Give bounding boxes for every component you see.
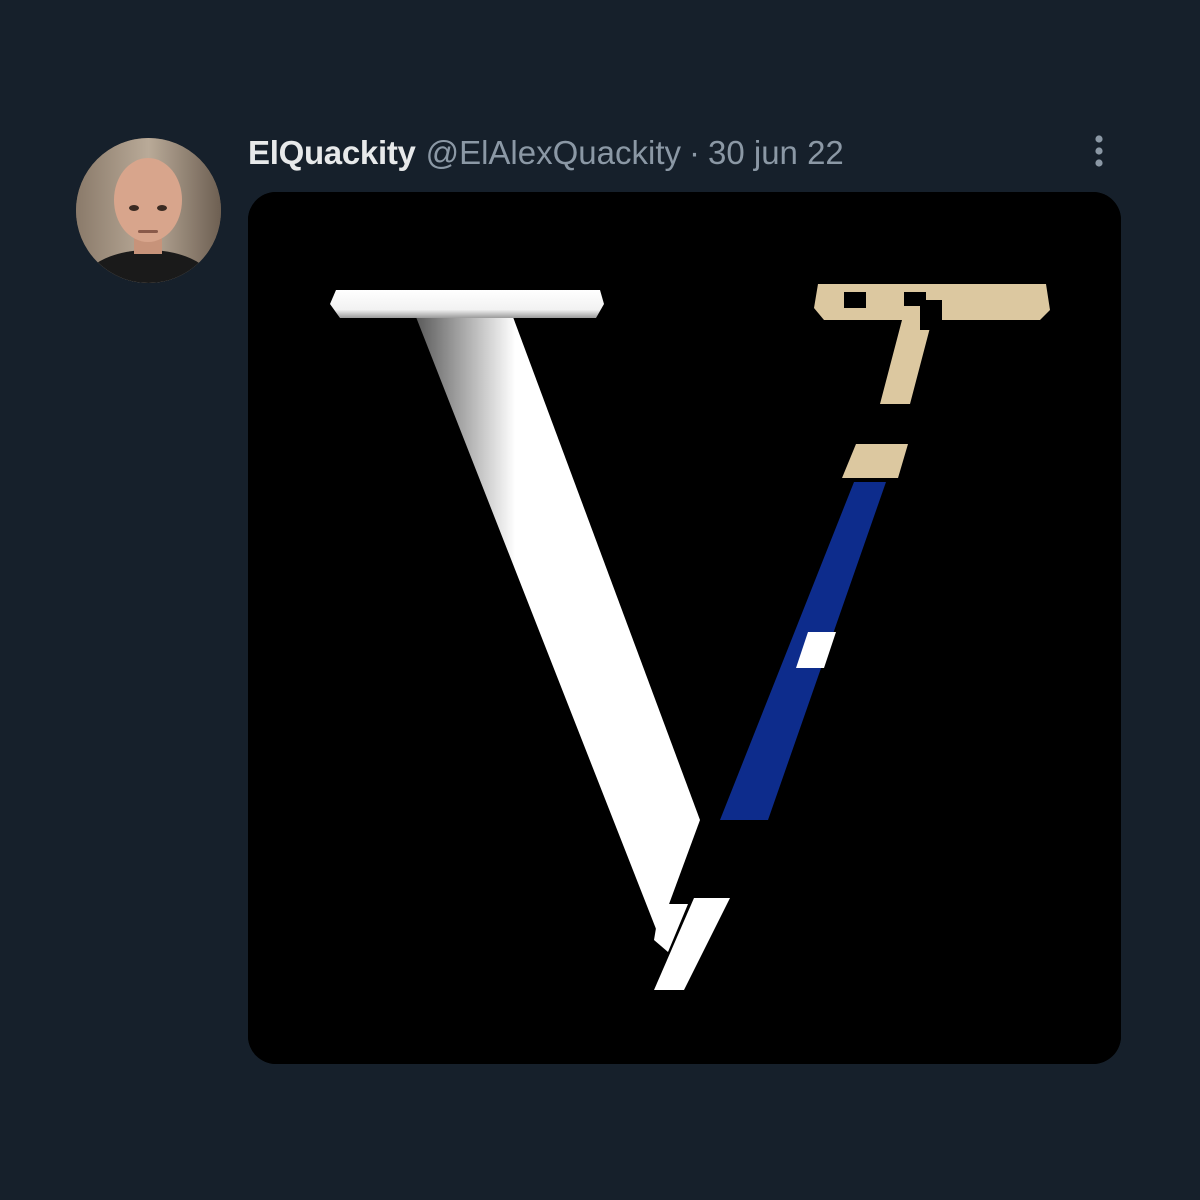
more-options-button[interactable] [1080, 128, 1118, 174]
logo-artwork [248, 192, 1121, 1064]
display-name[interactable]: ElQuackity [248, 134, 416, 172]
more-vertical-icon [1095, 135, 1103, 167]
avatar[interactable] [76, 138, 221, 283]
user-handle[interactable]: @ElAlexQuackity [426, 134, 681, 172]
tweet-header: ElQuackity @ElAlexQuackity · 30 jun 22 [248, 128, 844, 178]
tweet-date[interactable]: 30 jun 22 [708, 134, 844, 172]
separator-dot: · [689, 134, 700, 171]
tweet[interactable]: ElQuackity @ElAlexQuackity · 30 jun 22 [0, 0, 1200, 1200]
avatar-image [76, 138, 221, 283]
tweet-media-image[interactable] [248, 192, 1121, 1064]
